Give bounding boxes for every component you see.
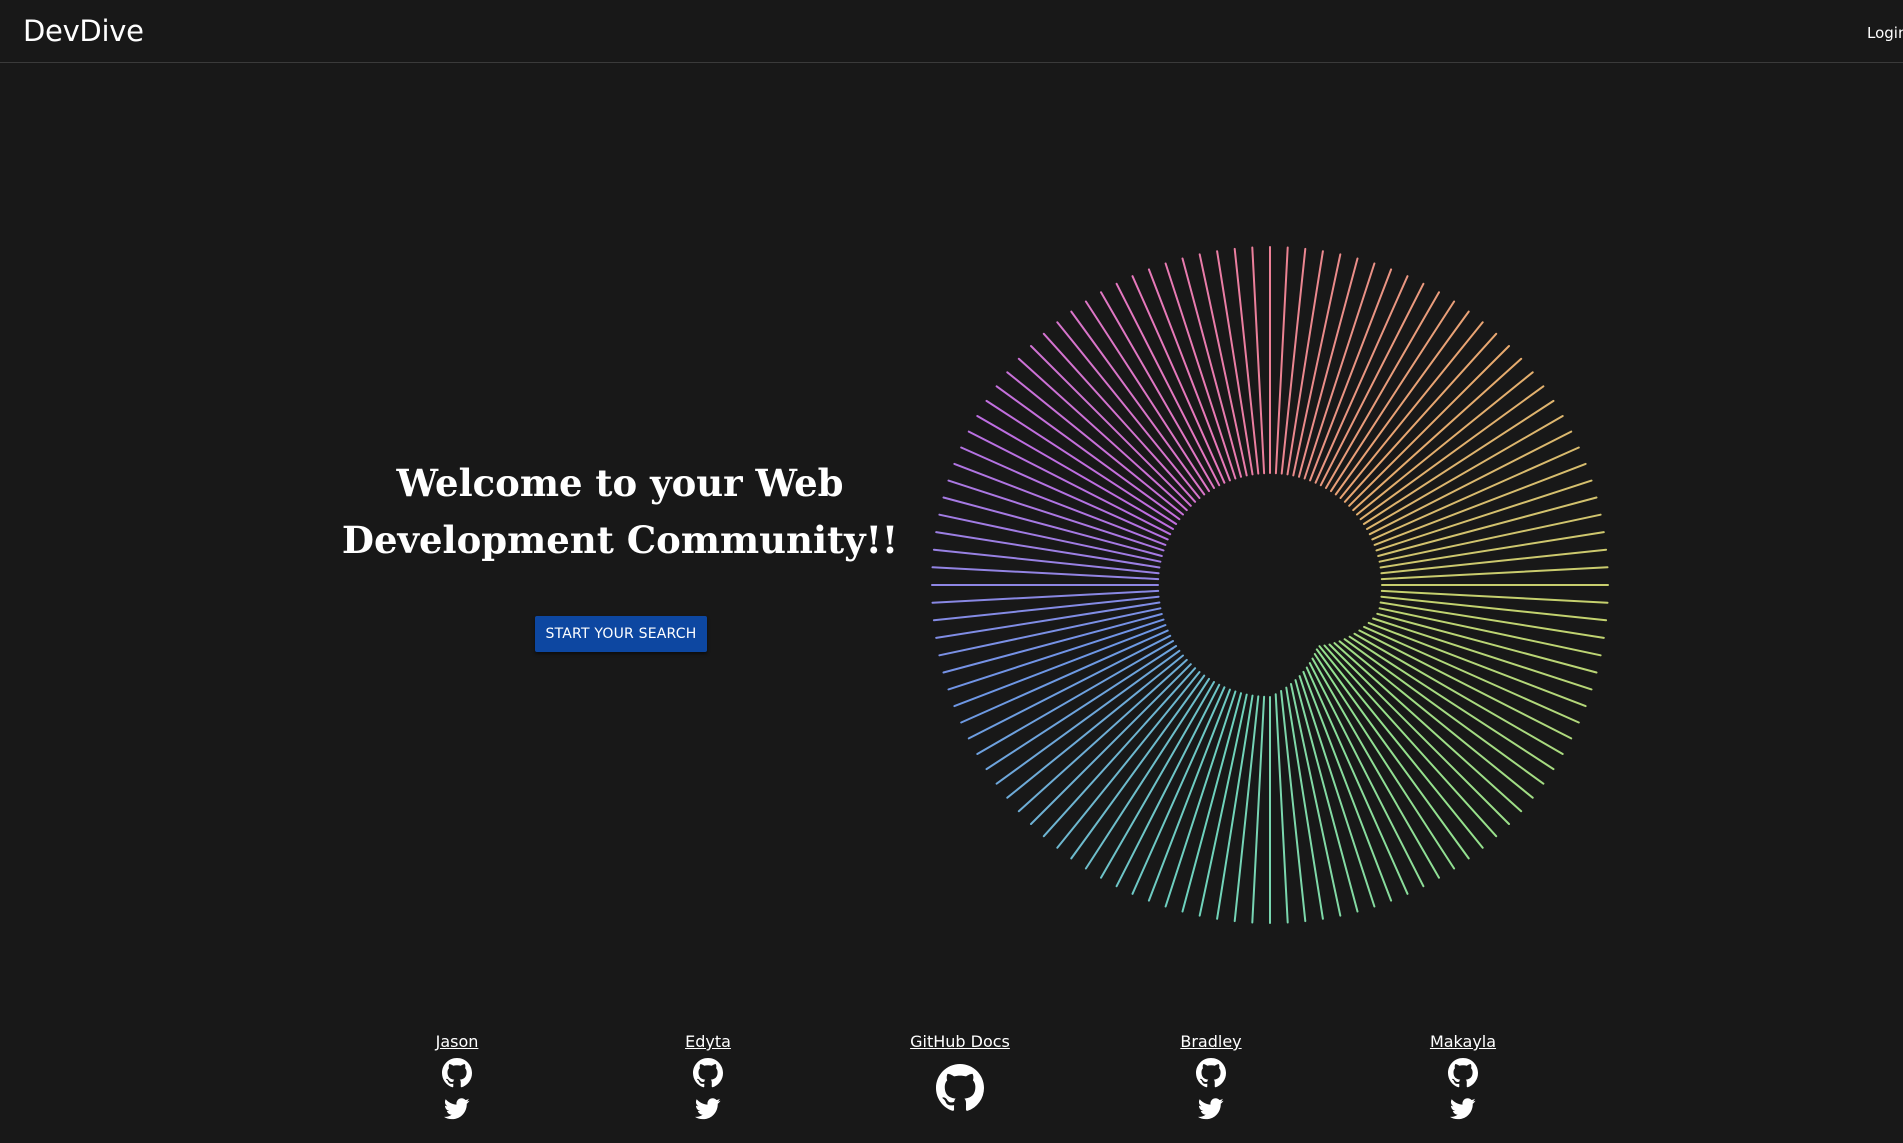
burst-line <box>1367 621 1587 708</box>
top-navbar: DevDive Login <box>0 0 1903 63</box>
contributor-link-jason[interactable]: Jason <box>377 1030 537 1054</box>
burst-line <box>1313 653 1456 870</box>
burst-line <box>1181 692 1242 913</box>
github-icon[interactable] <box>880 1064 1040 1112</box>
footer-contributor-bradley: Bradley <box>1131 1030 1291 1120</box>
burst-line <box>1147 268 1231 482</box>
footer-contributor-makayla: Makayla <box>1383 1030 1543 1120</box>
radial-line-burst-graphic <box>931 246 1609 924</box>
burst-line <box>1319 282 1425 487</box>
brand-logo-text[interactable]: DevDive <box>23 14 144 48</box>
burst-line <box>1368 430 1573 536</box>
burst-line <box>953 624 1167 708</box>
hero-title-line-2: Development Community!! <box>341 518 899 562</box>
burst-line <box>1358 629 1573 740</box>
hero-section: Welcome to your Web Development Communit… <box>330 455 910 569</box>
contributor-link-bradley[interactable]: Bradley <box>1131 1030 1291 1054</box>
contributor-link-edyta[interactable]: Edyta <box>628 1030 788 1054</box>
burst-line <box>1318 645 1484 849</box>
burst-line <box>967 634 1172 740</box>
github-icon[interactable] <box>377 1058 537 1088</box>
burst-line <box>1006 654 1184 799</box>
twitter-icon[interactable] <box>1383 1098 1543 1120</box>
burst-line <box>1285 686 1324 920</box>
burst-line <box>1147 688 1231 902</box>
burst-line <box>1181 257 1242 478</box>
footer-contributor-jason: Jason <box>377 1030 537 1120</box>
github-icon[interactable] <box>628 1058 788 1088</box>
start-search-button[interactable]: START YOUR SEARCH <box>535 616 707 652</box>
github-icon[interactable] <box>1131 1058 1291 1088</box>
twitter-icon[interactable] <box>1131 1098 1291 1120</box>
github-icon[interactable] <box>1383 1058 1543 1088</box>
hero-title: Welcome to your Web Development Communit… <box>330 455 910 569</box>
burst-line <box>1115 683 1221 888</box>
burst-line <box>953 462 1167 546</box>
twitter-icon[interactable] <box>377 1098 537 1120</box>
burst-line <box>942 613 1163 674</box>
burst-line <box>1294 679 1359 913</box>
burst-line <box>1353 632 1564 755</box>
github-docs-link[interactable]: GitHub Docs <box>880 1030 1040 1054</box>
burst-line <box>1056 671 1201 849</box>
burst-line <box>1290 683 1342 917</box>
burst-line <box>1339 321 1484 499</box>
burst-line <box>1377 496 1598 557</box>
burst-line <box>1298 675 1376 908</box>
hero-title-line-1: Welcome to your Web <box>396 461 844 505</box>
burst-line <box>967 430 1172 536</box>
burst-line <box>942 496 1163 557</box>
burst-line <box>1298 257 1359 478</box>
burst-line <box>1373 462 1587 546</box>
footer-contributor-edyta: Edyta <box>628 1030 788 1120</box>
burst-line <box>1309 268 1393 482</box>
contributor-link-makayla[interactable]: Makayla <box>1383 1030 1543 1054</box>
burst-line <box>1343 638 1545 785</box>
burst-line <box>1056 321 1201 499</box>
footer-github-docs: GitHub Docs <box>880 1030 1040 1112</box>
burst-line <box>1006 371 1184 516</box>
twitter-icon[interactable] <box>628 1098 788 1120</box>
burst-line <box>1115 282 1221 487</box>
login-link[interactable]: Login <box>1867 24 1903 42</box>
burst-line <box>1356 371 1534 516</box>
burst-line <box>1376 612 1598 674</box>
